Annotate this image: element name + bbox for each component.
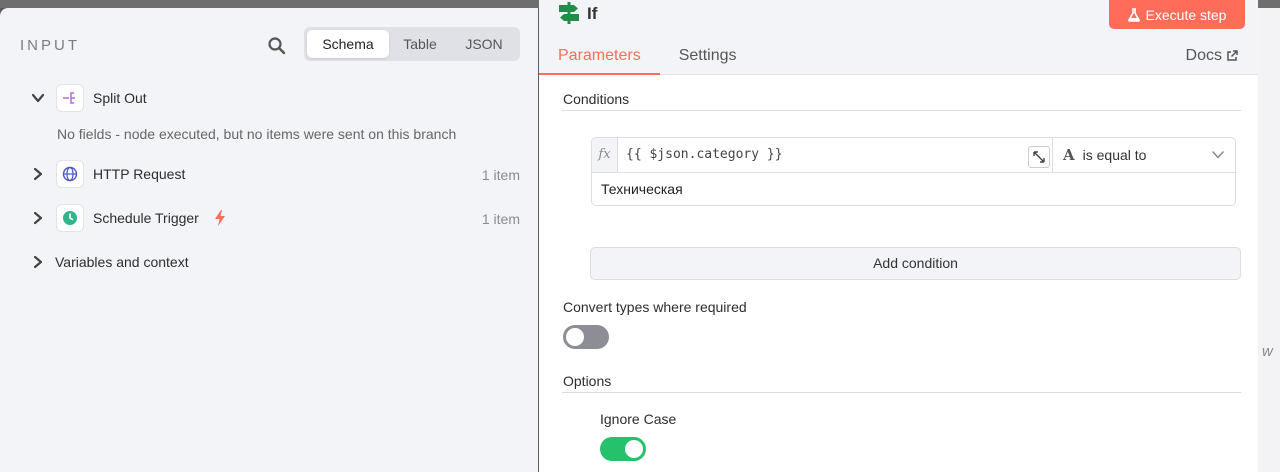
signpost-icon [559,2,579,24]
docs-label: Docs [1185,47,1222,64]
conditions-label: Conditions [563,91,630,107]
left-value-expression[interactable]: {{ $json.category }} [626,138,783,172]
chevron-down-icon[interactable] [31,91,45,105]
operator-select[interactable]: A is equal to [1052,138,1237,172]
item-count: 1 item [481,211,520,227]
chevron-right-icon[interactable] [31,211,45,225]
execute-step-label: Execute step [1145,6,1227,23]
variables-label: Variables and context [55,254,189,270]
search-icon[interactable] [267,36,287,56]
node-label-http-request: HTTP Request [93,166,186,182]
tab-schema[interactable]: Schema [307,30,389,58]
bolt-icon [215,210,225,226]
input-node-schedule-trigger[interactable]: Schedule Trigger 1 item [0,203,538,233]
add-condition-button[interactable]: Add condition [590,247,1241,280]
output-panel-edge: w [1258,8,1280,472]
node-tabs: Parameters Settings [539,44,756,75]
split-out-icon [56,84,84,112]
expand-editor-icon[interactable] [1028,146,1050,168]
input-panel-title: INPUT [20,37,80,54]
globe-icon [56,160,84,188]
toggle-knob [625,440,643,458]
ignore-case-label: Ignore Case [600,411,677,427]
tab-json[interactable]: JSON [451,30,517,58]
output-panel-glyph: w [1262,343,1273,360]
tab-settings[interactable]: Settings [660,44,756,75]
clock-icon [56,204,84,232]
string-type-icon: A [1063,146,1075,164]
node-parameters-panel: If Execute step Parameters Settings Docs… [539,0,1258,472]
divider [562,392,1241,393]
external-link-icon [1227,50,1238,61]
node-label-split-out: Split Out [93,90,147,106]
node-label-schedule-trigger: Schedule Trigger [93,210,199,226]
expression-fx-badge: fx [592,138,618,172]
docs-link[interactable]: Docs [1186,47,1238,65]
chevron-right-icon[interactable] [31,167,45,181]
chevron-right-icon[interactable] [31,255,45,269]
input-node-split-out[interactable]: Split Out [0,83,538,113]
chevron-down-icon [1212,151,1224,159]
execute-step-button[interactable]: Execute step [1109,0,1245,29]
item-count: 1 item [481,167,520,183]
variables-and-context[interactable]: Variables and context [0,247,538,277]
options-label: Options [563,373,612,389]
tab-table[interactable]: Table [389,30,451,58]
input-panel: INPUT Schema Table JSON Split Out No fie… [0,8,538,472]
ignore-case-toggle[interactable] [600,437,646,461]
right-value-input[interactable]: Техническая [601,172,683,206]
tab-parameters[interactable]: Parameters [539,44,660,75]
convert-types-toggle[interactable] [563,325,609,349]
divider [562,110,1241,111]
empty-branch-message: No fields - node executed, but no items … [57,126,457,142]
condition-row: fx {{ $json.category }} A is equal to Те… [591,137,1236,206]
display-mode-switcher: Schema Table JSON [304,27,520,61]
toggle-knob [566,328,584,346]
operator-label: is equal to [1082,147,1147,163]
convert-types-label: Convert types where required [563,299,747,315]
node-header: If Execute step Parameters Settings Docs [539,0,1258,75]
divider [592,172,1235,173]
input-node-http-request[interactable]: HTTP Request 1 item [0,159,538,189]
flask-icon [1127,7,1140,22]
node-title: If [587,4,598,23]
